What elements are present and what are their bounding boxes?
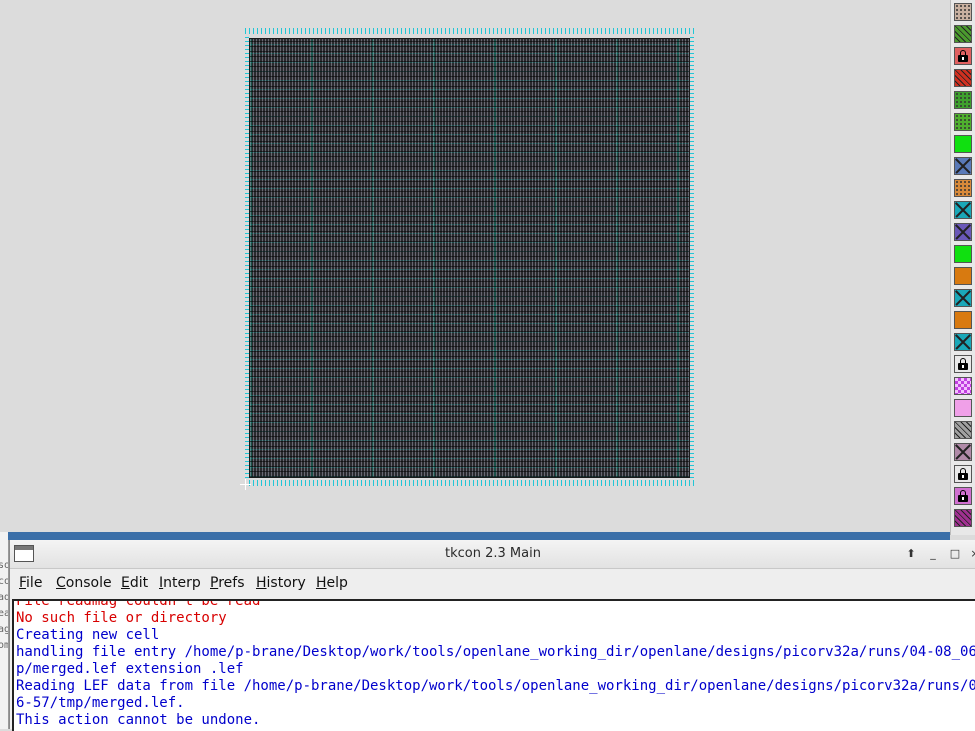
- pad-layer-swatch[interactable]: [954, 377, 972, 395]
- metal3-layer-swatch[interactable]: [954, 245, 972, 263]
- menu-file[interactable]: File: [19, 575, 42, 591]
- via2-layer-swatch[interactable]: [954, 289, 972, 307]
- menu-edit-mnemonic: E: [121, 575, 130, 591]
- close-icon[interactable]: ×: [968, 547, 975, 561]
- locked-layer-3-swatch[interactable]: [954, 465, 972, 483]
- menu-prefs[interactable]: Prefs: [210, 575, 245, 591]
- lock-icon: [958, 50, 968, 62]
- locked-layer-4-swatch[interactable]: [954, 487, 972, 505]
- text-fragment: so: [0, 560, 8, 571]
- obs-layer-swatch[interactable]: [954, 443, 972, 461]
- console-line: This action cannot be undone.: [16, 712, 261, 728]
- menu-prefs-mnemonic: P: [210, 575, 219, 591]
- menu-console-label: onsole: [65, 575, 112, 591]
- lock-icon: [958, 358, 968, 370]
- text-fragment: om: [0, 640, 8, 651]
- layout-canvas[interactable]: [0, 0, 950, 532]
- menu-help-mnemonic: H: [316, 575, 327, 591]
- metal2-layer-swatch[interactable]: [954, 223, 972, 241]
- console-line: File readmag couldn't be read: [16, 599, 261, 609]
- picorv32a-layout[interactable]: [245, 28, 694, 486]
- background-window-titlebar: [8, 532, 950, 540]
- text-fragment: ea: [0, 608, 8, 619]
- console-output[interactable]: File readmag couldn't be read No such fi…: [12, 599, 975, 731]
- diff-layer-swatch[interactable]: [954, 135, 972, 153]
- glass-layer-swatch[interactable]: [954, 399, 972, 417]
- metal5-layer-swatch[interactable]: [954, 311, 972, 329]
- menu-interp[interactable]: Interp: [159, 575, 201, 591]
- metal1-layer-swatch[interactable]: [954, 179, 972, 197]
- menu-file-label: ile: [26, 575, 43, 591]
- menu-history-label: istory: [266, 575, 306, 591]
- metal4-layer-swatch[interactable]: [954, 267, 972, 285]
- menu-help[interactable]: Help: [316, 575, 348, 591]
- menu-help-label: elp: [326, 575, 348, 591]
- lock-icon: [958, 468, 968, 480]
- pwell-layer-swatch[interactable]: [954, 3, 972, 21]
- menu-history[interactable]: History: [256, 575, 306, 591]
- console-line: p/merged.lef extension .lef: [16, 661, 244, 677]
- console-line: Creating new cell: [16, 627, 160, 643]
- contact-layer-swatch[interactable]: [954, 157, 972, 175]
- menu-prefs-label: refs: [218, 575, 245, 591]
- menu-console-mnemonic: C: [56, 575, 66, 591]
- window-title: tkcon 2.3 Main: [445, 546, 541, 561]
- layer-palette: [950, 0, 975, 535]
- bottom-pin-row: [245, 480, 694, 486]
- text-fragment: ag: [0, 624, 8, 635]
- fill-layer-swatch[interactable]: [954, 421, 972, 439]
- menu-history-mnemonic: H: [256, 575, 267, 591]
- ndiff-layer-swatch[interactable]: [954, 25, 972, 43]
- console-line: No such file or directory: [16, 610, 227, 626]
- right-pin-column: [690, 36, 694, 478]
- menu-file-mnemonic: F: [19, 575, 27, 591]
- via1-layer-swatch[interactable]: [954, 201, 972, 219]
- tkcon-window: tkcon 2.3 Main ⬆ _ □ × File Console Edit…: [9, 540, 975, 731]
- poly-layer-swatch[interactable]: [954, 69, 972, 87]
- keep-above-icon[interactable]: ⬆: [904, 547, 918, 561]
- menubar: File Console Edit Interp Prefs History H…: [10, 569, 975, 599]
- menu-interp-label: nterp: [163, 575, 201, 591]
- cursor-crosshair-icon: [240, 479, 251, 490]
- minimize-icon[interactable]: _: [926, 547, 940, 561]
- background-window-edge: so co ad ea ag om: [0, 532, 9, 729]
- text-fragment: co: [0, 576, 8, 587]
- menu-console[interactable]: Console: [56, 575, 112, 591]
- text-fragment: ad: [0, 592, 8, 603]
- top-pin-row: [245, 28, 694, 34]
- lock-icon: [958, 490, 968, 502]
- maximize-icon[interactable]: □: [948, 547, 962, 561]
- console-line: Reading LEF data from file /home/p-brane…: [16, 678, 975, 694]
- standard-cell-core: [249, 38, 690, 478]
- nwell-layer-swatch[interactable]: [954, 113, 972, 131]
- menu-edit[interactable]: Edit: [121, 575, 148, 591]
- locked-layer-2-swatch[interactable]: [954, 355, 972, 373]
- menu-edit-label: dit: [129, 575, 149, 591]
- console-line: handling file entry /home/p-brane/Deskto…: [16, 644, 975, 660]
- comment-layer-swatch[interactable]: [954, 509, 972, 527]
- window-titlebar[interactable]: tkcon 2.3 Main ⬆ _ □ ×: [10, 540, 975, 569]
- pdiff-layer-swatch[interactable]: [954, 91, 972, 109]
- locked-layer-swatch[interactable]: [954, 47, 972, 65]
- via3-layer-swatch[interactable]: [954, 333, 972, 351]
- console-line: 6-57/tmp/merged.lef.: [16, 695, 185, 711]
